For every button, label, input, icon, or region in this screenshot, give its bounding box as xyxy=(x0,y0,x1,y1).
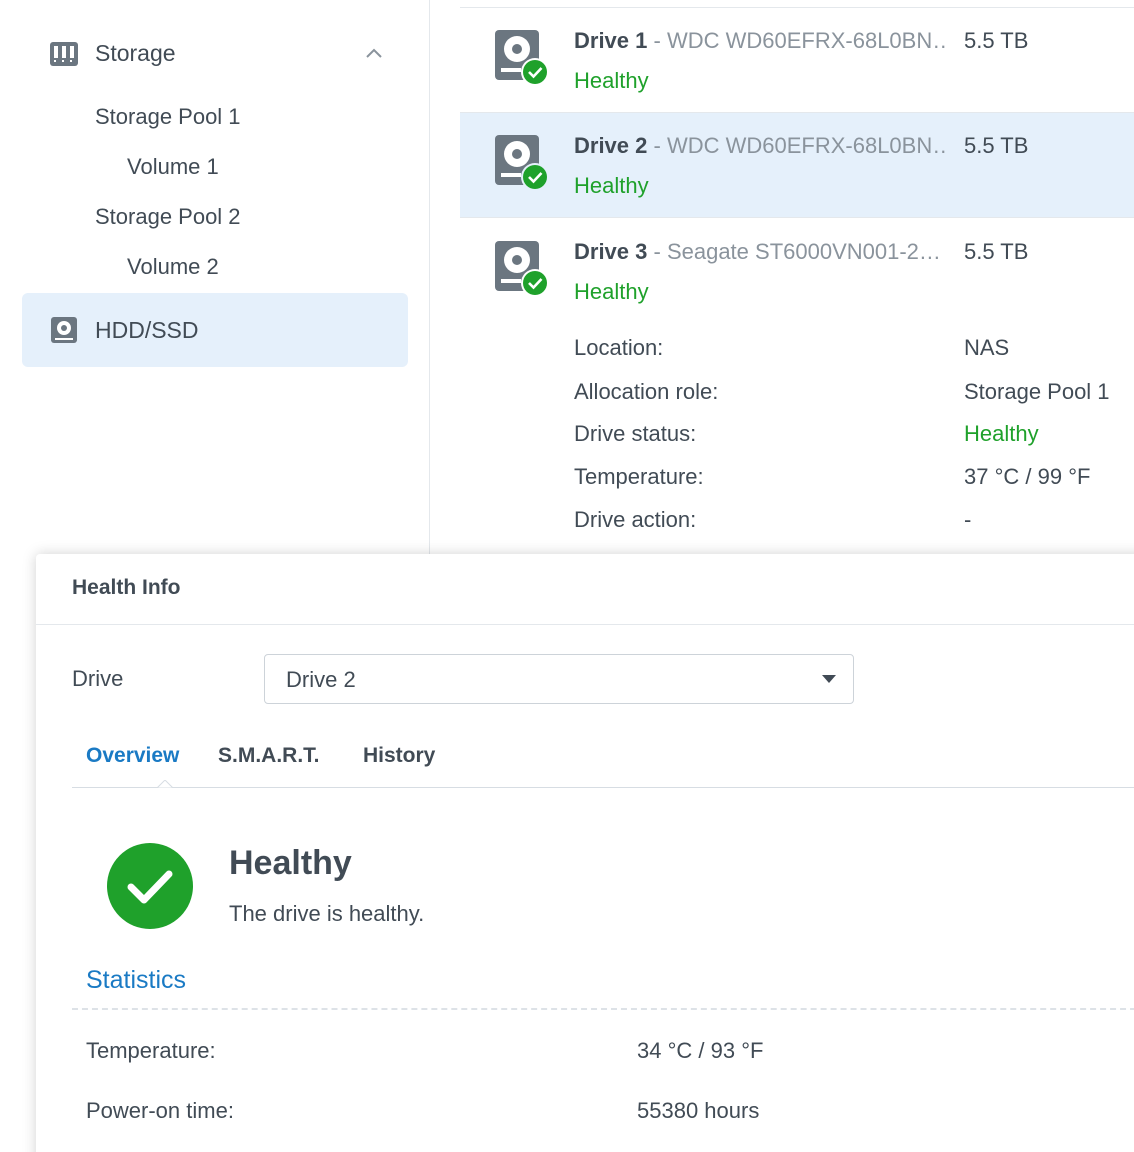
caret-down-icon xyxy=(822,675,836,683)
drive-name: Drive 2 xyxy=(574,133,648,158)
stat-power-on-value: 55380 hours xyxy=(637,1098,760,1123)
storage-icon xyxy=(50,42,78,66)
detail-role-label: Allocation role: xyxy=(574,379,719,404)
tab-history[interactable]: History xyxy=(363,744,435,768)
detail-status-value: Healthy xyxy=(964,421,1039,446)
drive-healthy-icon xyxy=(495,135,549,191)
drive-status: Healthy xyxy=(574,279,649,304)
drive-healthy-icon xyxy=(495,241,549,297)
detail-role-value: Storage Pool 1 xyxy=(964,379,1110,404)
drive-size: 5.5 TB xyxy=(964,28,1029,53)
tab-overview[interactable]: Overview xyxy=(86,744,179,768)
drive-name: Drive 1 xyxy=(574,28,648,53)
stat-temperature-value: 34 °C / 93 °F xyxy=(637,1038,764,1063)
sidebar-group-label: Storage xyxy=(95,40,176,66)
sidebar-item-label: HDD/SSD xyxy=(95,317,199,343)
sidebar-item-storage-pool-2[interactable]: Storage Pool 2 xyxy=(95,197,241,237)
drive-size: 5.5 TB xyxy=(964,133,1029,158)
drive-title: Drive 3 - Seagate ST6000VN001-2… xyxy=(574,239,949,265)
drive-status: Healthy xyxy=(574,173,649,198)
sidebar-group-storage[interactable]: Storage xyxy=(22,22,408,86)
sidebar-item-storage-pool-1[interactable]: Storage Pool 1 xyxy=(95,97,241,137)
tab-underline xyxy=(72,787,1134,788)
drive-size: 5.5 TB xyxy=(964,239,1029,264)
drive-select-value: Drive 2 xyxy=(286,667,356,692)
detail-temperature-label: Temperature: xyxy=(574,464,704,489)
drive-field-label: Drive xyxy=(72,666,124,691)
drive-name: Drive 3 xyxy=(574,239,648,264)
storage-manager-window: Storage Storage Pool 1 Volume 1 Storage … xyxy=(0,0,1134,1152)
chevron-up-icon[interactable] xyxy=(362,42,386,66)
detail-status-label: Drive status: xyxy=(574,421,697,446)
drive-title: Drive 1 - WDC WD60EFRX-68L0BN… xyxy=(574,28,949,54)
stat-temperature-label: Temperature: xyxy=(86,1038,216,1063)
tab-indicator xyxy=(157,780,173,796)
drive-row-1[interactable]: Drive 1 - WDC WD60EFRX-68L0BN… 5.5 TB He… xyxy=(460,8,1134,113)
check-circle-icon xyxy=(107,843,193,929)
drive-model: - Seagate ST6000VN001-2… xyxy=(647,239,941,264)
drive-row-2[interactable]: Drive 2 - WDC WD60EFRX-68L0BN… 5.5 TB He… xyxy=(460,113,1134,218)
health-status-description: The drive is healthy. xyxy=(229,901,425,926)
sidebar-item-volume-2[interactable]: Volume 2 xyxy=(127,247,219,287)
sidebar-item-hdd-ssd[interactable]: HDD/SSD xyxy=(22,293,408,367)
drive-model: - WDC WD60EFRX-68L0BN… xyxy=(647,28,950,53)
divider xyxy=(36,624,1134,625)
drive-model: - WDC WD60EFRX-68L0BN… xyxy=(647,133,950,158)
detail-location-label: Location: xyxy=(574,335,664,360)
detail-temperature-value: 37 °C / 99 °F xyxy=(964,464,1091,489)
divider xyxy=(72,1008,1134,1010)
sidebar-item-volume-1[interactable]: Volume 1 xyxy=(127,147,219,187)
dialog-title: Health Info xyxy=(72,576,181,599)
health-info-dialog: Health Info Drive Drive 2 Overview S.M.A… xyxy=(36,554,1134,1152)
detail-action-label: Drive action: xyxy=(574,507,697,532)
tab-bar: Overview S.M.A.R.T. History xyxy=(72,730,1134,796)
drive-status: Healthy xyxy=(574,68,649,93)
detail-location-value: NAS xyxy=(964,335,1010,360)
drive-title: Drive 2 - WDC WD60EFRX-68L0BN… xyxy=(574,133,949,159)
stat-power-on-label: Power-on time: xyxy=(86,1098,234,1123)
drive-healthy-icon xyxy=(495,30,549,86)
statistics-heading: Statistics xyxy=(86,966,187,994)
tab-smart[interactable]: S.M.A.R.T. xyxy=(218,744,320,768)
drive-select[interactable]: Drive 2 xyxy=(264,654,854,704)
hdd-icon xyxy=(51,317,77,343)
detail-action-value: - xyxy=(964,507,972,532)
health-status-title: Healthy xyxy=(229,844,352,882)
drive-row-3[interactable]: Drive 3 - Seagate ST6000VN001-2… 5.5 TB … xyxy=(460,219,1134,319)
